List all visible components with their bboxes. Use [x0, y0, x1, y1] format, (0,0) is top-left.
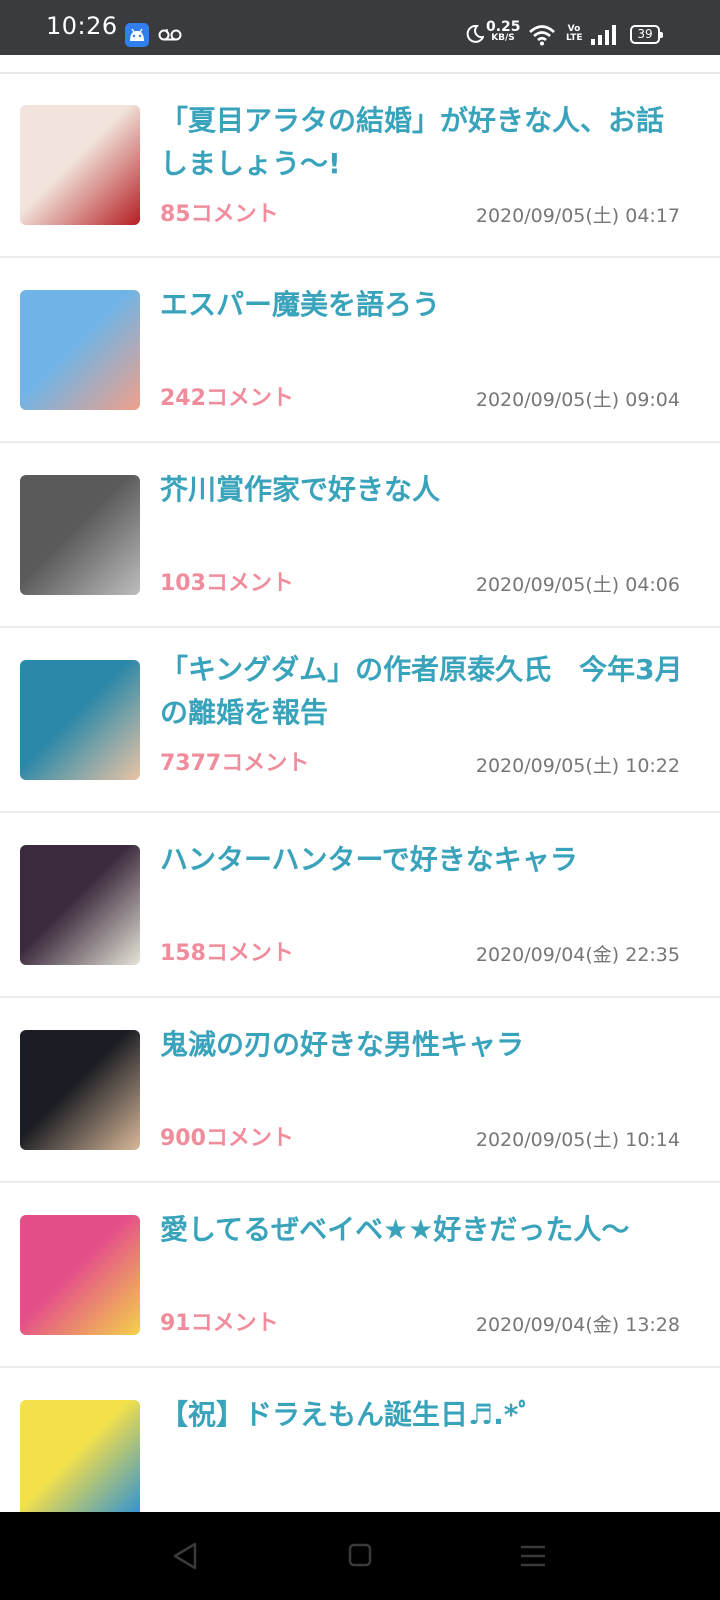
comment-count: 900コメント [160, 1126, 294, 1151]
thread-date: 2020/09/04(金) 22:35 [475, 944, 680, 966]
thread-title[interactable]: 芥川賞作家で好きな人 [160, 468, 685, 511]
thread-title[interactable]: ハンターハンターで好きなキャラ [160, 838, 685, 881]
thread-list-item[interactable]: エスパー魔美を語ろう 242コメント 2020/09/05(土) 09:04 [0, 258, 720, 443]
thread-list: 「夏目アラタの結婚」が好きな人、お話しましょう〜! 85コメント 2020/09/0… [0, 55, 720, 1512]
thread-list-item[interactable]: 芥川賞作家で好きな人 103コメント 2020/09/05(土) 04:06 [0, 443, 720, 628]
thread-list-item[interactable]: 【祝】ドラえもん誕生日♬.*ﾟ [0, 1368, 720, 1512]
signal-icon [590, 24, 618, 50]
thread-list-item[interactable]: ハンターハンターで好きなキャラ 158コメント 2020/09/04(金) 22:3… [0, 813, 720, 998]
thread-list-item[interactable]: 鬼滅の刃の好きな男性キャラ 900コメント 2020/09/05(土) 10:14 [0, 998, 720, 1183]
thread-thumbnail[interactable] [20, 290, 140, 410]
android-app-icon [125, 23, 149, 47]
comment-count: 103コメント [160, 571, 294, 596]
thread-title[interactable]: 【祝】ドラえもん誕生日♬.*ﾟ [160, 1393, 685, 1436]
thread-date: 2020/09/05(土) 09:04 [475, 389, 680, 411]
thread-thumbnail[interactable] [20, 1215, 140, 1335]
thread-thumbnail[interactable] [20, 660, 140, 780]
comment-count: 158コメント [160, 941, 294, 966]
navigation-bar [0, 1512, 720, 1600]
back-icon[interactable] [172, 1542, 198, 1574]
wifi-icon [528, 24, 556, 50]
battery-indicator: 39 [630, 25, 663, 44]
thread-title[interactable]: 愛してるぜベイベ★★好きだった人〜 [160, 1208, 685, 1251]
network-speed: 0.25 KB/S [486, 19, 521, 44]
thread-date: 2020/09/05(土) 04:17 [475, 205, 680, 227]
thread-thumbnail[interactable] [20, 845, 140, 965]
divider [0, 72, 720, 74]
volte-bottom: LTE [566, 33, 583, 43]
thread-date: 2020/09/05(土) 04:06 [475, 574, 680, 596]
thread-thumbnail[interactable] [20, 475, 140, 595]
comment-count: 91コメント [160, 1311, 279, 1336]
thread-title[interactable]: 鬼滅の刃の好きな男性キャラ [160, 1023, 685, 1066]
thread-date: 2020/09/05(土) 10:22 [475, 755, 680, 777]
comment-count: 7377コメント [160, 751, 310, 776]
voicemail-icon [158, 26, 182, 45]
status-time: 10:26 [46, 12, 118, 40]
thread-title[interactable]: 「キングダム」の作者原泰久氏 今年3月の離婚を報告 [160, 648, 685, 734]
comment-count: 242コメント [160, 386, 294, 411]
comment-count: 85コメント [160, 202, 279, 227]
thread-thumbnail[interactable] [20, 1400, 140, 1512]
network-speed-value: 0.25 [486, 19, 521, 35]
thread-list-item[interactable]: 「夏目アラタの結婚」が好きな人、お話しましょう〜! 85コメント 2020/09/0… [0, 75, 720, 258]
thread-date: 2020/09/04(金) 13:28 [475, 1314, 680, 1336]
menu-icon[interactable] [520, 1544, 546, 1572]
thread-thumbnail[interactable] [20, 105, 140, 225]
home-icon[interactable] [348, 1543, 372, 1571]
moon-icon [466, 24, 485, 47]
volte-indicator: Vo LTE [566, 25, 583, 43]
status-bar: 10:26 0.25 KB/S Vo LTE 39 [0, 0, 720, 55]
thread-title[interactable]: エスパー魔美を語ろう [160, 283, 685, 326]
thread-date: 2020/09/05(土) 10:14 [475, 1129, 680, 1151]
thread-title[interactable]: 「夏目アラタの結婚」が好きな人、お話しましょう〜! [160, 99, 685, 185]
thread-list-item[interactable]: 「キングダム」の作者原泰久氏 今年3月の離婚を報告 7377コメント 2020/09… [0, 628, 720, 813]
thread-list-item[interactable]: 愛してるぜベイベ★★好きだった人〜 91コメント 2020/09/04(金) 13:… [0, 1183, 720, 1368]
thread-thumbnail[interactable] [20, 1030, 140, 1150]
